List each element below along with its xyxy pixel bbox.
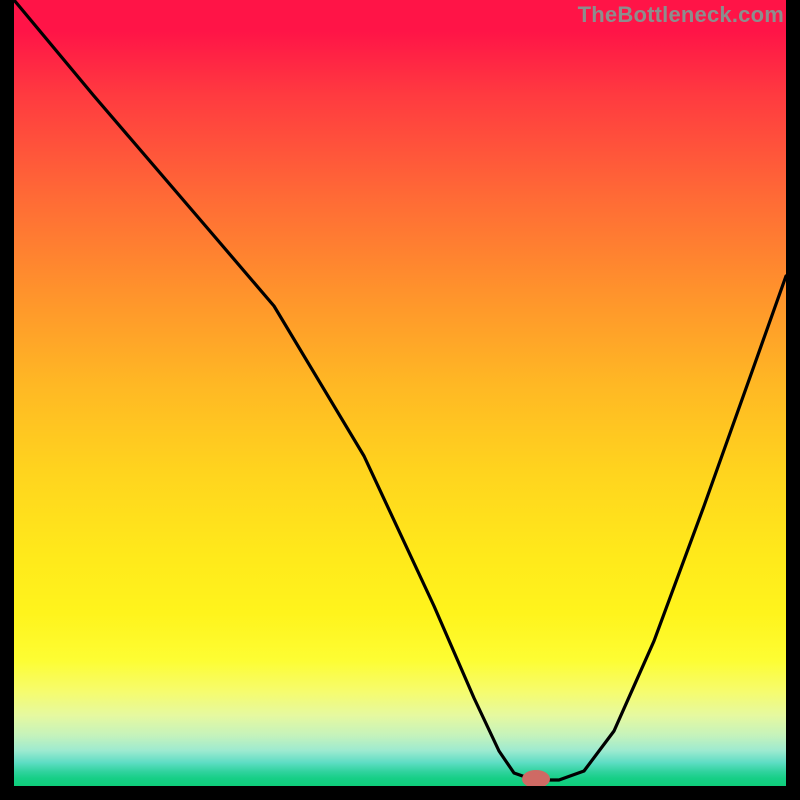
bottleneck-curve xyxy=(14,0,786,780)
plot-area xyxy=(14,0,786,786)
chart-svg xyxy=(14,0,786,786)
watermark-text: TheBottleneck.com xyxy=(578,2,784,28)
optimal-point-marker xyxy=(522,770,550,786)
